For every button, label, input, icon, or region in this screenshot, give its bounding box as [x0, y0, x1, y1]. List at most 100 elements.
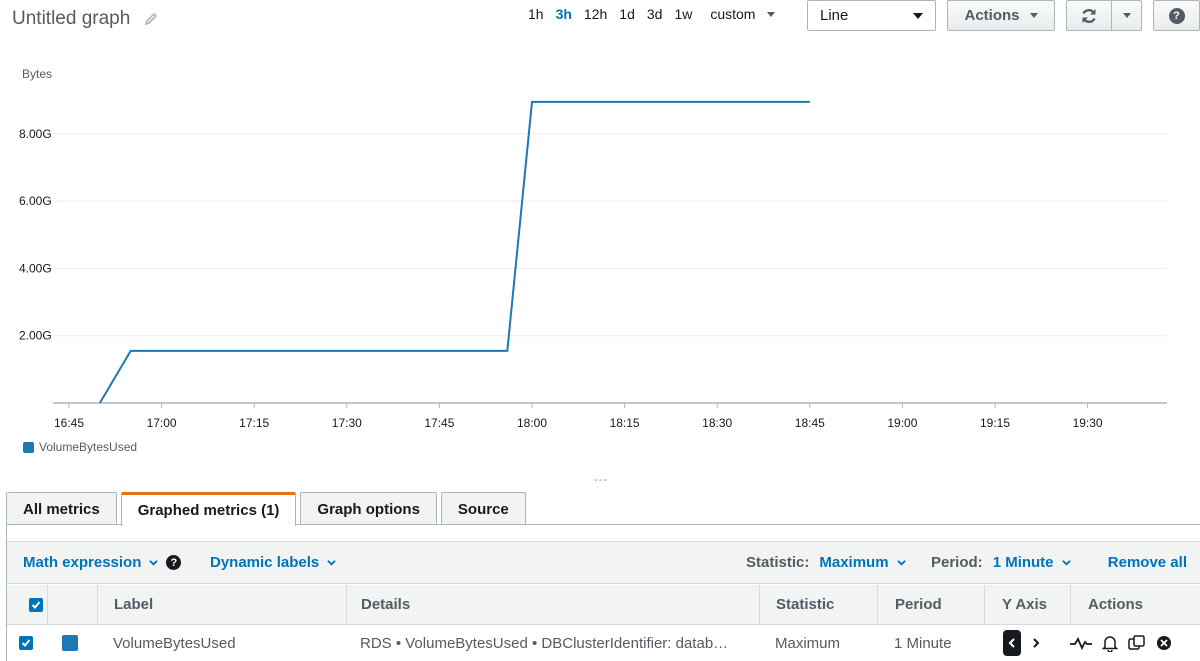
x-tick-label: 18:00 — [517, 416, 547, 430]
help-icon: ? — [1168, 7, 1185, 24]
actions-button[interactable]: Actions — [947, 0, 1055, 31]
range-12h[interactable]: 12h — [578, 6, 613, 22]
y-axis-left-button[interactable] — [1003, 630, 1021, 656]
color-swatch — [62, 635, 78, 651]
x-tick-label: 17:00 — [147, 416, 177, 430]
select-all-checkbox[interactable] — [19, 585, 47, 624]
x-tick-label: 19:00 — [887, 416, 917, 430]
graphed-metrics-panel: Math expression ? Dynamic labels Statist… — [6, 525, 1200, 661]
series-line-VolumeBytesUsed[interactable] — [99, 100, 810, 404]
graph-title-text: Untitled graph — [12, 8, 131, 29]
caret-down-icon — [1122, 13, 1131, 18]
chevron-right-icon — [1033, 638, 1040, 648]
range-1w[interactable]: 1w — [668, 6, 698, 22]
column-period[interactable]: Period — [877, 585, 984, 624]
row-label[interactable]: VolumeBytesUsed — [113, 625, 236, 661]
math-expression-dropdown[interactable]: Math expression — [23, 554, 159, 571]
graph-type-value: Line — [820, 7, 849, 24]
period-label: Period: — [931, 554, 983, 571]
tab-all-metrics[interactable]: All metrics — [6, 492, 117, 525]
row-actions — [1069, 625, 1173, 661]
caret-down-icon — [767, 11, 776, 17]
row-period[interactable]: 1 Minute — [894, 625, 952, 661]
help-button[interactable]: ? — [1153, 0, 1200, 31]
period-dropdown[interactable]: 1 Minute — [993, 554, 1071, 571]
x-tick-label: 18:15 — [610, 416, 640, 430]
column-y-axis[interactable]: Y Axis — [984, 585, 1070, 624]
caret-down-icon — [1029, 13, 1038, 18]
dynamic-labels-dropdown[interactable]: Dynamic labels — [210, 554, 336, 571]
bell-alarm-icon[interactable] — [1101, 634, 1119, 652]
x-tick-label: 19:30 — [1073, 416, 1103, 430]
tab-graph-options[interactable]: Graph options — [300, 492, 437, 525]
math-expression-label: Math expression — [23, 554, 142, 571]
range-custom-label: custom — [710, 6, 756, 22]
column-actions[interactable]: Actions — [1070, 585, 1200, 624]
y-axis-label: Bytes — [22, 67, 52, 81]
graph-title: Untitled graph — [12, 8, 158, 30]
chevron-left-icon — [1008, 638, 1015, 648]
statistic-dropdown[interactable]: Maximum — [819, 554, 906, 571]
tab-graphed-metrics[interactable]: Graphed metrics (1) — [120, 492, 297, 526]
color-column-header — [47, 585, 97, 624]
graph-type-select[interactable]: Line — [807, 0, 936, 31]
remove-circle-icon[interactable] — [1155, 634, 1173, 652]
range-1d[interactable]: 1d — [613, 6, 641, 22]
row-checkbox[interactable] — [19, 625, 33, 661]
tab-source[interactable]: Source — [440, 492, 526, 525]
chevron-down-icon — [149, 560, 159, 566]
y-tick-label: 4.00G — [19, 261, 52, 275]
y-axis-switcher — [1003, 625, 1045, 661]
column-label[interactable]: Label — [97, 585, 346, 624]
x-tick-label: 18:45 — [795, 416, 825, 430]
statistic-value: Maximum — [819, 554, 889, 571]
row-color-swatch[interactable] — [62, 625, 78, 661]
chevron-down-icon — [896, 560, 906, 566]
x-tick-label: 19:15 — [980, 416, 1010, 430]
y-tick-label: 8.00G — [19, 127, 52, 141]
range-1h[interactable]: 1h — [522, 6, 550, 22]
x-tick-label: 17:15 — [239, 416, 269, 430]
line-chart: Bytes 2.00G 4.00G 6.00G 8.00G 16:45 17:00 17:… — [19, 67, 1167, 430]
legend-swatch — [23, 441, 34, 453]
help-icon[interactable]: ? — [166, 555, 182, 570]
metrics-toolbar: Math expression ? Dynamic labels Statist… — [7, 541, 1200, 584]
row-details-text: RDS • VolumeBytesUsed • DBClusterIdentif… — [360, 634, 729, 652]
range-custom-dropdown[interactable]: custom — [698, 6, 781, 22]
metrics-table-header: Label Details Statistic Period Y Axis Ac… — [7, 585, 1200, 625]
column-details[interactable]: Details — [346, 585, 759, 624]
x-tick-label: 16:45 — [54, 416, 84, 430]
time-range-selector: 1h 3h 12h 1d 3d 1w custom — [522, 6, 781, 22]
duplicate-icon[interactable] — [1127, 634, 1147, 652]
refresh-icon — [1082, 8, 1096, 23]
range-3d[interactable]: 3d — [641, 6, 669, 22]
x-tick-label: 17:45 — [424, 416, 454, 430]
series-lines — [99, 100, 810, 404]
metrics-tabs: All metrics Graphed metrics (1) Graph op… — [6, 492, 526, 526]
remove-all-button[interactable]: Remove all — [1108, 554, 1187, 571]
row-details: RDS • VolumeBytesUsed • DBClusterIdentif… — [360, 625, 740, 661]
resize-handle[interactable]: --- — [594, 474, 608, 486]
checkbox-checked-icon — [29, 597, 43, 612]
y-tick-label: 2.00G — [19, 329, 52, 343]
caret-down-icon — [913, 12, 923, 19]
range-3h[interactable]: 3h — [550, 6, 578, 22]
period-value: 1 Minute — [992, 554, 1054, 571]
checkbox-checked-icon — [19, 636, 33, 650]
column-statistic[interactable]: Statistic — [759, 585, 877, 624]
actions-label: Actions — [964, 7, 1020, 24]
row-statistic[interactable]: Maximum — [775, 625, 840, 661]
refresh-interval-dropdown[interactable] — [1111, 0, 1142, 31]
edit-pencil-icon[interactable] — [144, 12, 158, 26]
y-axis-ticks: 2.00G 4.00G 6.00G 8.00G — [19, 127, 52, 343]
chevron-down-icon — [1061, 560, 1071, 566]
dynamic-labels-label: Dynamic labels — [210, 554, 320, 571]
chart-legend[interactable]: VolumeBytesUsed — [23, 440, 137, 454]
chevron-down-icon — [327, 560, 336, 566]
x-axis-ticks: 16:45 17:00 17:15 17:30 17:45 18:00 18:15 18:30… — [54, 403, 1103, 430]
table-row: VolumeBytesUsed RDS • VolumeBytesUsed • … — [7, 625, 1200, 661]
refresh-button[interactable] — [1066, 0, 1111, 31]
y-tick-label: 6.00G — [19, 194, 52, 208]
graph-metric-icon[interactable] — [1069, 634, 1093, 652]
y-axis-right-button[interactable] — [1027, 630, 1045, 656]
